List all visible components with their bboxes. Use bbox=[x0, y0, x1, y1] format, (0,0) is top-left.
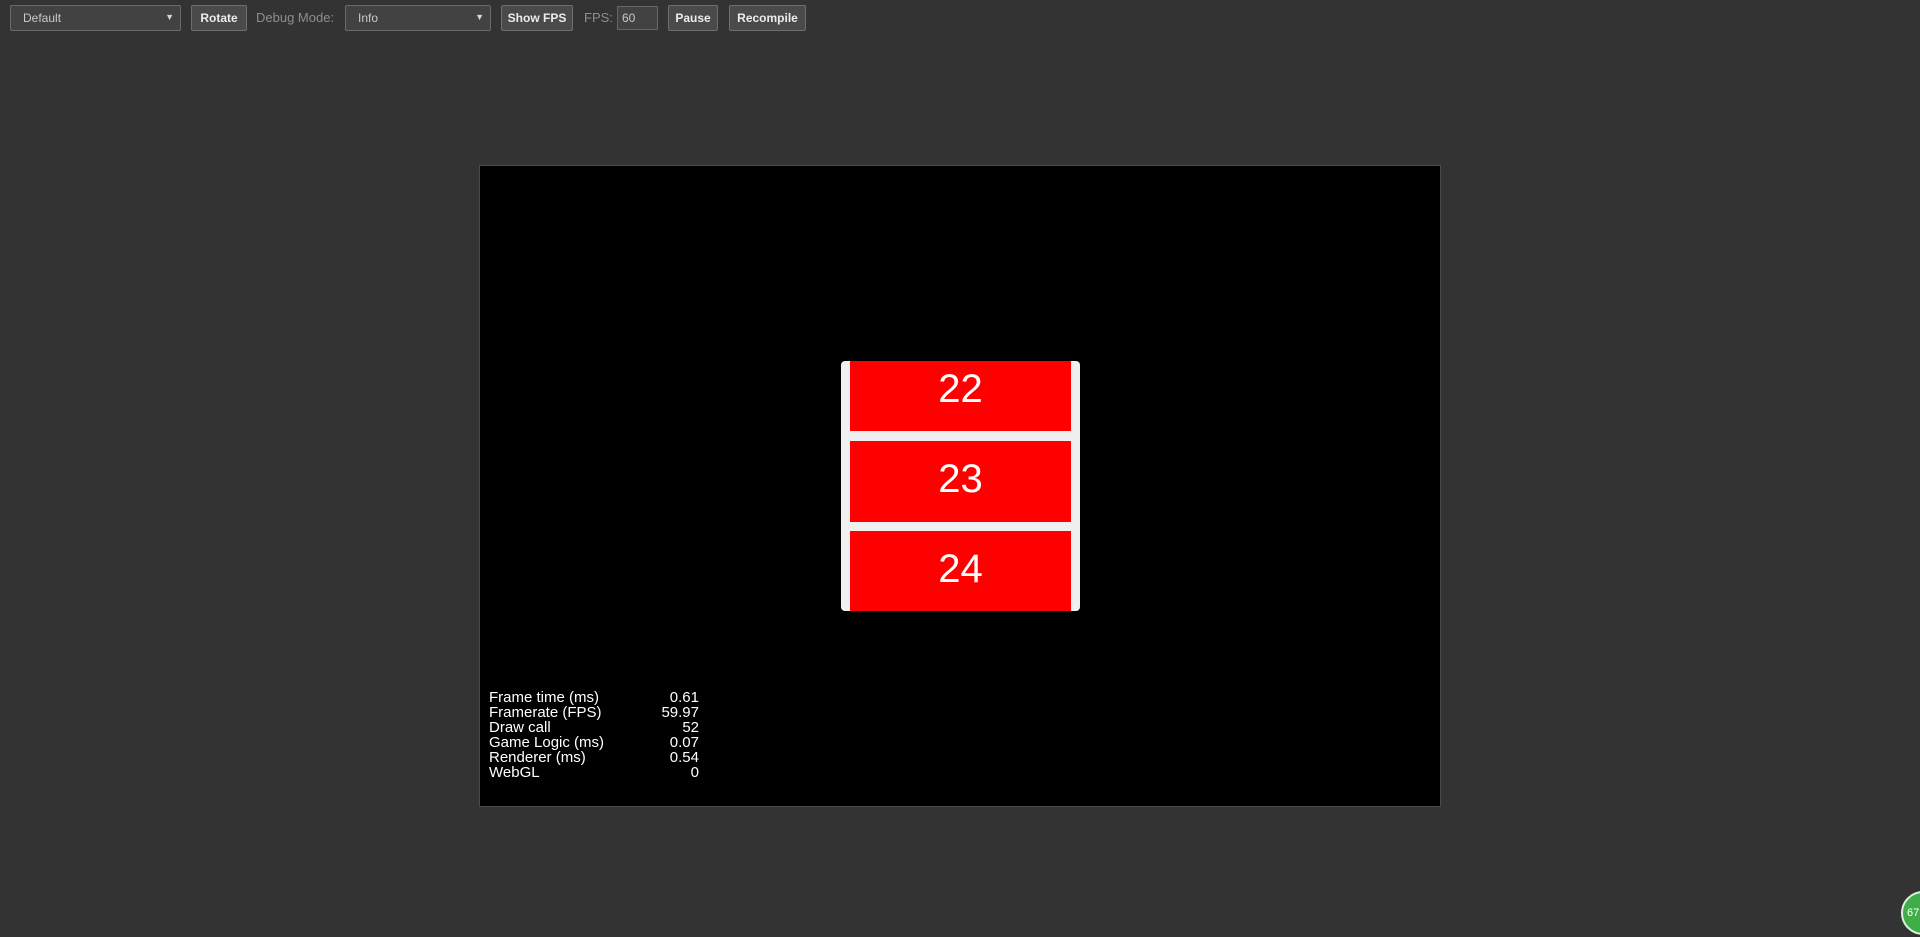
debug-mode-label: Debug Mode: bbox=[256, 10, 335, 25]
stat-row: Game Logic (ms) 0.07 bbox=[489, 735, 699, 750]
stat-row: Framerate (FPS) 59.97 bbox=[489, 705, 699, 720]
stat-row: Draw call 52 bbox=[489, 720, 699, 735]
list-item[interactable]: 23 bbox=[850, 441, 1071, 522]
stat-key: Framerate (FPS) bbox=[489, 704, 602, 721]
scene-select[interactable]: Default ▼ bbox=[10, 5, 181, 31]
debug-stats-panel: Frame time (ms) 0.61 Framerate (FPS) 59.… bbox=[489, 690, 699, 780]
fps-indicator[interactable]: 67 bbox=[1901, 891, 1920, 935]
list-item[interactable]: 22 bbox=[850, 361, 1071, 431]
stat-value: 0.54 bbox=[669, 749, 699, 766]
stat-row: Frame time (ms) 0.61 bbox=[489, 690, 699, 705]
stat-row: Renderer (ms) 0.54 bbox=[489, 750, 699, 765]
stat-value: 0.07 bbox=[669, 734, 699, 751]
stat-value: 0 bbox=[690, 764, 699, 781]
stat-key: WebGL bbox=[489, 764, 540, 781]
list-item[interactable]: 24 bbox=[850, 531, 1071, 611]
stat-key: Frame time (ms) bbox=[489, 689, 599, 706]
stat-key: Game Logic (ms) bbox=[489, 734, 605, 751]
recompile-button[interactable]: Recompile bbox=[729, 5, 806, 31]
debug-mode-select[interactable]: Info ▼ bbox=[345, 5, 491, 31]
stat-key: Draw call bbox=[489, 719, 551, 736]
toolbar: Default ▼ Rotate Debug Mode: Info ▼ Show… bbox=[0, 0, 1920, 36]
scroll-view[interactable]: 22 23 24 bbox=[841, 361, 1080, 611]
stat-key: Renderer (ms) bbox=[489, 749, 586, 766]
game-canvas[interactable]: 22 23 24 Frame time (ms) 0.61 Framerate … bbox=[479, 165, 1441, 807]
pause-button[interactable]: Pause bbox=[668, 5, 718, 31]
stat-row: WebGL 0 bbox=[489, 765, 699, 780]
rotate-button[interactable]: Rotate bbox=[191, 5, 247, 31]
stat-value: 59.97 bbox=[661, 704, 699, 721]
triangle-down-icon: ▼ bbox=[475, 12, 484, 22]
stat-value: 0.61 bbox=[669, 689, 699, 706]
fps-input[interactable]: 60 bbox=[617, 6, 658, 30]
stat-value: 52 bbox=[682, 719, 699, 736]
triangle-down-icon: ▼ bbox=[165, 12, 174, 22]
show-fps-button[interactable]: Show FPS bbox=[501, 5, 573, 31]
fps-label: FPS: bbox=[584, 10, 613, 25]
scene-select-value: Default bbox=[23, 11, 62, 25]
debug-mode-select-value: Info bbox=[358, 11, 379, 25]
